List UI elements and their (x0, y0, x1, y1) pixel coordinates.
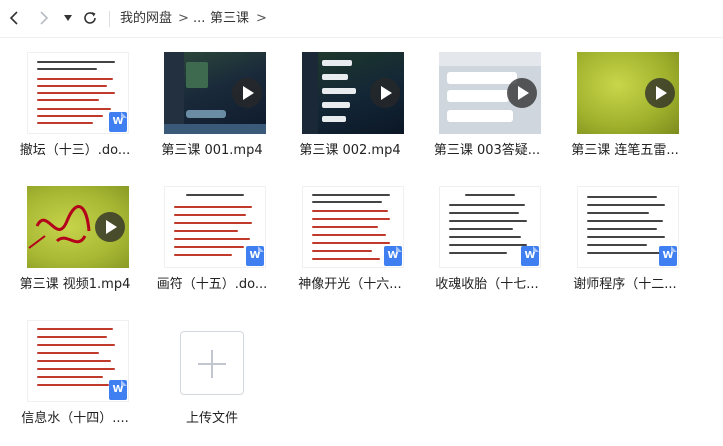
refresh-icon (84, 12, 96, 24)
file-name: 第三课 连笔五雷... (571, 143, 679, 158)
chevron-right-icon (40, 11, 49, 25)
file-name: 撤坛（十三）.do... (19, 143, 131, 158)
file-item[interactable]: 第三课 003答疑... (425, 52, 549, 176)
document-thumbnail: W (302, 186, 404, 268)
file-name: 第三课 003答疑... (433, 143, 541, 158)
breadcrumb-root[interactable]: 我的网盘 (120, 10, 172, 28)
upload-file-button[interactable]: 上传文件 (150, 320, 274, 444)
document-thumbnail: W (164, 186, 266, 268)
word-doc-icon: W (384, 246, 402, 266)
file-item[interactable]: 第三课 连笔五雷... (563, 52, 687, 176)
history-dropdown-button[interactable] (58, 8, 78, 28)
document-thumbnail: W (27, 52, 129, 134)
play-icon (645, 78, 675, 108)
play-icon (95, 212, 125, 242)
breadcrumb-separator: > (256, 11, 267, 26)
word-doc-icon: W (521, 246, 539, 266)
caret-down-icon (64, 15, 72, 21)
document-thumbnail: W (439, 186, 541, 268)
upload-box[interactable] (180, 331, 244, 395)
plus-icon (211, 350, 213, 378)
breadcrumb-separator: > (178, 11, 189, 26)
video-thumbnail (302, 52, 404, 134)
video-thumbnail (577, 52, 679, 134)
file-name: 谢师程序（十二... (573, 277, 677, 292)
file-name: 第三课 001.mp4 (161, 143, 263, 158)
file-name: 第三课 002.mp4 (299, 143, 401, 158)
video-thumbnail (164, 52, 266, 134)
video-thumbnail (439, 52, 541, 134)
file-item[interactable]: 第三课 002.mp4 (288, 52, 412, 176)
file-name: 信息水（十四）.... (21, 411, 129, 426)
word-doc-icon: W (109, 112, 127, 132)
toolbar-divider (109, 11, 110, 27)
file-name: 画符（十五）.do... (156, 277, 268, 292)
file-item[interactable]: W 神像开光（十六... (288, 186, 412, 310)
file-item[interactable]: W 撤坛（十三）.do... (13, 52, 137, 176)
file-name: 第三课 视频1.mp4 (19, 277, 131, 292)
refresh-button[interactable] (80, 8, 100, 28)
play-icon (507, 78, 537, 108)
file-item[interactable]: W 谢师程序（十二... (563, 186, 687, 310)
file-item[interactable]: 第三课 视频1.mp4 (13, 186, 137, 310)
file-name: 收魂收胎（十七... (435, 277, 539, 292)
document-thumbnail: W (577, 186, 679, 268)
play-icon (232, 78, 262, 108)
forward-button[interactable] (34, 8, 54, 28)
file-item[interactable]: W 信息水（十四）.... (13, 320, 137, 444)
chevron-left-icon (9, 11, 18, 25)
document-thumbnail: W (27, 320, 129, 402)
video-thumbnail (27, 186, 129, 268)
word-doc-icon: W (659, 246, 677, 266)
back-button[interactable] (4, 8, 24, 28)
file-item[interactable]: W 收魂收胎（十七... (425, 186, 549, 310)
play-icon (370, 78, 400, 108)
toolbar: 我的网盘 > ... 第三课 > (0, 0, 723, 38)
file-item[interactable]: W 画符（十五）.do... (150, 186, 274, 310)
word-doc-icon: W (109, 380, 127, 400)
breadcrumb-ellipsis[interactable]: ... (193, 10, 205, 28)
word-doc-icon: W (246, 246, 264, 266)
file-item[interactable]: 第三课 001.mp4 (150, 52, 274, 176)
file-name: 神像开光（十六... (298, 277, 402, 292)
upload-label: 上传文件 (185, 411, 238, 426)
breadcrumb-current[interactable]: 第三课 (210, 10, 249, 28)
